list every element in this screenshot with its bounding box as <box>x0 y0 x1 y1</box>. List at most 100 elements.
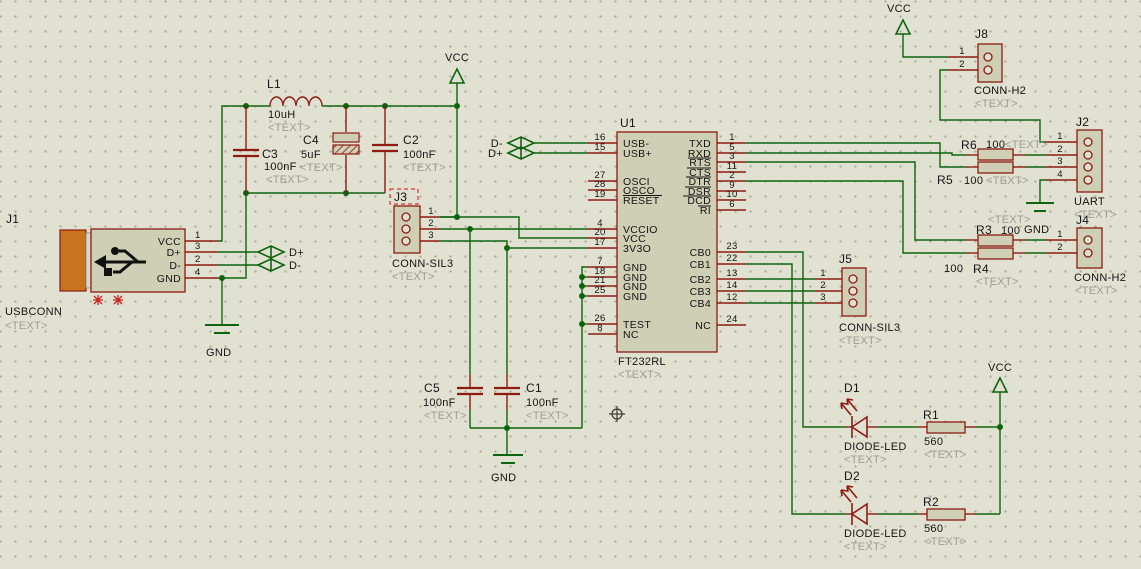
u1-pinnum: 8 <box>597 323 603 334</box>
u1-pinnum: 13 <box>726 268 737 279</box>
d2-value: DIODE-LED <box>844 528 907 540</box>
c4-text-placeholder: <TEXT> <box>300 162 343 174</box>
vcc-terminal-top[interactable]: VCC <box>445 52 469 83</box>
j1-value: USBCONN <box>5 306 62 318</box>
schematic-canvas: VCC VCC VCC GND GND GND J1 <box>0 0 1141 569</box>
c4-ref: C4 <box>303 133 319 147</box>
j3-pinnum: 1 <box>428 206 434 217</box>
gnd-terminal-caps[interactable]: GND <box>491 455 523 484</box>
usb-plug-block <box>60 230 86 291</box>
component-u1-ft232rl[interactable]: U1 16 15 27 28 19 4 20 17 <box>588 116 746 381</box>
j3-ref: J3 <box>394 190 407 204</box>
j3-value: CONN-SIL3 <box>392 258 453 270</box>
j1-pinnum: 4 <box>195 267 201 278</box>
j1-text-placeholder: <TEXT> <box>5 320 48 332</box>
component-j4-conn-h2[interactable]: J4 1 2 CONN-H2 <TEXT> <box>1045 213 1126 297</box>
u1-pinname: CB4 <box>690 298 711 310</box>
vcc-terminal-leds[interactable]: VCC <box>988 362 1012 392</box>
r2-value: 560 <box>924 523 943 535</box>
u1-pinname: 3V3O <box>623 243 651 255</box>
j3-text-placeholder: <TEXT> <box>392 271 435 283</box>
d2-ref: D2 <box>844 469 860 483</box>
j1-pinnum: 3 <box>195 241 201 252</box>
u1-pinnum: 25 <box>594 285 605 296</box>
u1-pinname: NC <box>623 329 639 341</box>
c3-ref: C3 <box>262 147 278 161</box>
j4-text-placeholder: <TEXT> <box>1075 285 1118 297</box>
component-r2-resistor[interactable]: R2 560 <TEXT> <box>917 495 975 548</box>
r1-value: 560 <box>924 436 943 448</box>
terminal-dminus-usb[interactable]: D- <box>258 259 301 272</box>
r4-value: 100 <box>944 263 963 275</box>
j1-pin-gnd: GND <box>157 273 181 285</box>
j1-pinnum: 2 <box>195 254 201 265</box>
terminal-label: D- <box>289 260 301 272</box>
j8-pinnum: 2 <box>959 59 965 70</box>
c1-value: 100nF <box>526 397 559 409</box>
j2-pinnum: 4 <box>1057 169 1063 180</box>
j2-value: UART <box>1074 196 1105 208</box>
component-j5-conn-sil3[interactable]: J5 1 2 3 CONN-SIL3 <TEXT> <box>815 252 900 347</box>
component-r3-resistor[interactable]: <TEXT> R3 100 <box>966 214 1031 246</box>
vcc-label: VCC <box>988 362 1012 374</box>
u1-ref: U1 <box>620 116 636 130</box>
component-r4-resistor[interactable]: 100 R4 <TEXT> <box>944 248 1025 288</box>
component-r6-resistor[interactable]: R6 100 <TEXT> <box>961 138 1048 160</box>
u1-pinname: NC <box>695 320 711 332</box>
component-l1-inductor[interactable]: L1 10uH <TEXT> <box>267 77 322 134</box>
j4-pinnum: 1 <box>1057 229 1063 240</box>
gnd-terminal-usb[interactable]: GND <box>205 325 239 359</box>
u1-pinnum: 23 <box>726 241 737 252</box>
j2-pinnum: 2 <box>1057 144 1063 155</box>
vcc-terminal-j8[interactable]: VCC <box>887 3 911 34</box>
r4-ref: R4 <box>973 262 989 276</box>
u1-pinnum: 19 <box>594 189 605 200</box>
component-c4-capacitor-polarized[interactable]: C4 5uF <TEXT> <box>300 106 359 193</box>
component-d2-led[interactable]: D2 DIODE-LED <TEXT> <box>841 469 907 553</box>
j8-pinnum: 1 <box>959 46 965 57</box>
j3-pinnum: 3 <box>428 230 434 241</box>
j1-ref: J1 <box>6 212 19 226</box>
component-c2-capacitor[interactable]: C2 100nF <TEXT> <box>372 106 446 193</box>
component-j2-uart[interactable]: J2 1 2 3 4 UART <TEXT> <box>1045 115 1117 221</box>
j2-pinnum: 3 <box>1057 156 1063 167</box>
u1-pinname: CB1 <box>690 259 711 271</box>
c2-ref: C2 <box>403 133 419 147</box>
j2-pinnum: 1 <box>1057 131 1063 142</box>
u1-pinname: CB3 <box>690 286 711 298</box>
c3-value: 100nF <box>264 161 297 173</box>
j8-ref: J8 <box>975 27 988 41</box>
u1-pinname: CB2 <box>690 274 711 286</box>
r3-value: 100 <box>1001 225 1020 237</box>
component-d1-led[interactable]: D1 DIODE-LED <TEXT> <box>841 381 907 466</box>
r2-ref: R2 <box>923 495 939 509</box>
r6-text-placeholder: <TEXT> <box>1005 139 1048 151</box>
r6-value: 100 <box>986 139 1005 151</box>
component-c5-capacitor[interactable]: C5 100nF <TEXT> <box>423 374 483 422</box>
component-r5-resistor[interactable]: R5 100 <TEXT> <box>937 162 1029 187</box>
j1-pin-dminus: D- <box>169 260 181 272</box>
gnd-label: GND <box>206 347 231 359</box>
j8-text-placeholder: <TEXT> <box>975 98 1018 110</box>
component-j1-usbconn[interactable]: J1 VCC D+ D- GND 1 3 2 4 USBCONN <TEXT> <box>5 212 218 332</box>
u1-value: FT232RL <box>618 356 666 368</box>
component-j8-conn-h2[interactable]: J8 1 2 CONN-H2 <TEXT> <box>948 27 1026 110</box>
j8-value: CONN-H2 <box>974 85 1026 97</box>
c5-ref: C5 <box>424 381 440 395</box>
component-j3-conn-sil3[interactable]: J3 1 2 3 CONN-SIL3 <TEXT> <box>390 189 453 283</box>
j2-ref: J2 <box>1076 115 1089 129</box>
terminal-dplus-usb[interactable]: D+ <box>258 246 304 259</box>
u1-pinname: CB0 <box>690 247 711 259</box>
no-connect-marks <box>93 295 123 305</box>
u1-pinname: RI <box>700 205 711 217</box>
usb-plug-strip <box>86 233 91 288</box>
u1-pinname: GND <box>623 291 647 303</box>
terminal-label: D+ <box>289 247 304 259</box>
vcc-label: VCC <box>887 3 911 15</box>
u1-pinname: RESET <box>623 195 660 207</box>
j3-pinnum: 2 <box>428 218 434 229</box>
u1-pinnum: 14 <box>726 280 737 291</box>
component-c1-capacitor[interactable]: C1 100nF <TEXT> <box>494 374 569 422</box>
component-r1-resistor[interactable]: R1 560 <TEXT> <box>917 408 975 461</box>
terminal-dplus-u1[interactable]: D+ <box>488 147 534 160</box>
